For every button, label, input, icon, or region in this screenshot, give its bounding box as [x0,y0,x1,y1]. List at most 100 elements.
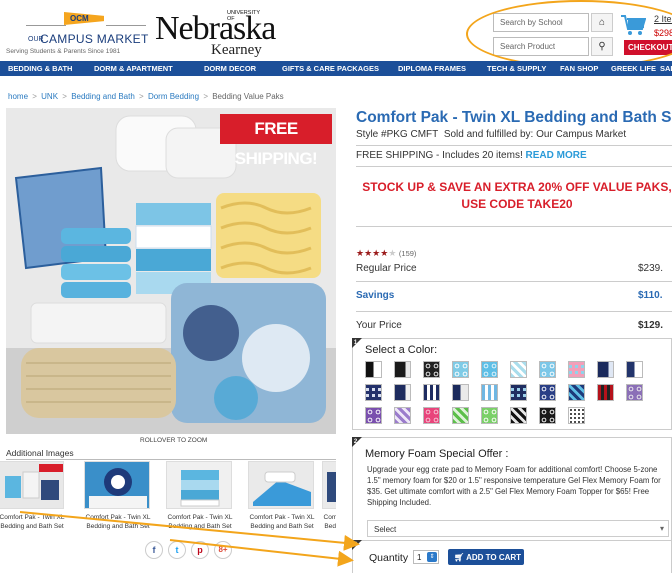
color-swatch[interactable] [423,384,440,401]
color-swatch[interactable] [568,384,585,401]
product-title: Comfort Pak - Twin XL Bedding and Bath S… [356,109,672,126]
thumbnail-photo [167,462,231,508]
color-swatch[interactable] [365,384,382,401]
school-campus: Kearney [211,42,262,58]
color-swatch[interactable] [423,407,440,424]
star-icon: ★ [364,248,373,258]
star-icon: ★ [388,248,397,258]
breadcrumb-separator: > [139,92,144,101]
step-number: 2 [352,437,362,447]
logo-rule-left [26,25,66,26]
memory-foam-description: Upgrade your egg crate pad to Memory Foa… [367,465,661,507]
color-step: 1 Select a Color: [352,338,672,430]
color-swatch[interactable] [481,407,498,424]
color-swatch[interactable] [452,361,469,378]
color-swatch[interactable] [510,407,527,424]
school-logo[interactable]: Nebraska UNIVERSITY OF Kearney [155,6,276,58]
review-count: (159) [398,249,417,258]
thumbnail-photo [0,462,63,508]
step-number: 3 [352,540,362,550]
our-campus-market-logo[interactable]: OCM OUR CAMPUS MARKET Serving Students &… [6,8,156,58]
additional-images-rule [6,459,336,460]
free-shipping-text: FREE SHIPPING - Includes 20 items! [356,150,523,161]
social-share: f t p 8+ [145,541,235,563]
color-swatch[interactable] [539,361,556,378]
color-swatch[interactable] [568,407,585,424]
ocm-pennant: OCM [64,12,104,25]
cart-icon: 🛒︎ [454,553,465,562]
color-swatch[interactable] [481,361,498,378]
pinterest-icon[interactable]: p [191,541,209,559]
color-swatch[interactable] [365,407,382,424]
nav-tech-supply[interactable]: TECH & SUPPLY [487,64,546,73]
color-swatch[interactable] [394,407,411,424]
breadcrumb-home[interactable]: home [8,92,28,101]
site-header: OCM OUR CAMPUS MARKET Serving Students &… [0,0,672,68]
read-more-link[interactable]: READ MORE [526,150,587,161]
regular-price-value: $239. [638,263,664,274]
twitter-icon[interactable]: t [168,541,186,559]
regular-price-label: Regular Price [356,263,417,274]
color-swatch[interactable] [597,361,614,378]
add-to-cart-button[interactable]: 🛒︎ ADD TO CART [448,549,524,565]
style-line: Style #PKG CMFT Sold and fulfilled by: O… [356,129,626,140]
thumbnail-3[interactable]: Comfort Pak - Twin XL Bedding and Bath S… [162,461,238,539]
color-swatch[interactable] [394,361,411,378]
nav-dorm-decor[interactable]: DORM DECOR [204,64,256,73]
nav-bedding-bath[interactable]: BEDDING & BATH [8,64,72,73]
color-swatch[interactable] [626,384,643,401]
color-swatch[interactable] [452,407,469,424]
highlight-ellipse-annotation [466,0,672,68]
facebook-icon[interactable]: f [145,541,163,559]
color-swatch[interactable] [365,361,382,378]
divider [356,281,672,282]
color-swatch[interactable] [597,384,614,401]
free-shipping-line: FREE SHIPPING - Includes 20 items! READ … [356,150,587,161]
nav-fan-shop[interactable]: FAN SHOP [560,64,598,73]
memory-foam-step: 2 Memory Foam Special Offer : Upgrade yo… [352,437,672,542]
your-price-value: $129. [638,320,664,331]
star-icon: ★ [356,248,365,258]
select-value: Select [374,525,397,534]
quantity-stepper[interactable]: 1 ⇕ [413,550,439,564]
color-swatch[interactable] [510,361,527,378]
color-swatch[interactable] [539,407,556,424]
color-swatch[interactable] [510,384,527,401]
color-swatch[interactable] [626,361,643,378]
thumbnail-1[interactable]: Comfort Pak - Twin XL Bedding and Bath S… [0,461,70,539]
breadcrumb-bedding-bath[interactable]: Bedding and Bath [71,92,135,101]
divider [356,311,672,312]
nav-diploma-frames[interactable]: DIPLOMA FRAMES [398,64,466,73]
breadcrumb-separator: > [62,92,67,101]
memory-foam-select[interactable]: Select ▾ [367,520,669,537]
thumbnail-photo [249,462,313,508]
color-swatch[interactable] [539,384,556,401]
chevron-down-icon: ▾ [659,524,664,533]
divider [356,145,672,146]
thumbnail-5[interactable]: Comfort Pak - Twin XL Bedding and Bath S… [318,461,336,539]
color-swatch[interactable] [452,384,469,401]
breadcrumb-dorm-bedding[interactable]: Dorm Bedding [148,92,199,101]
main-nav: BEDDING & BATH DORM & APARTMENT DORM DEC… [0,61,672,76]
nav-greek-life[interactable]: GREEK LIFE [611,64,656,73]
color-swatch[interactable] [394,384,411,401]
breadcrumb-current: Bedding Value Paks [212,92,284,101]
rating-stars[interactable]: ★★★★★ (159) [356,248,416,259]
nav-dorm-apartment[interactable]: DORM & APARTMENT [94,64,173,73]
color-swatch[interactable] [423,361,440,378]
color-swatch[interactable] [568,361,585,378]
google-plus-icon[interactable]: 8+ [214,541,232,559]
additional-images-label: Additional Images [6,448,74,458]
thumbnail-2[interactable]: Comfort Pak - Twin XL Bedding and Bath S… [80,461,156,539]
nav-gifts-care[interactable]: GIFTS & CARE PACKAGES [282,64,379,73]
main-product-image[interactable]: FREE SHIPPING! [6,108,336,434]
spinner-icon[interactable]: ⇕ [427,552,437,562]
thumbnail-image [322,461,336,509]
color-swatch[interactable] [481,384,498,401]
thumbnail-4[interactable]: Comfort Pak - Twin XL Bedding and Bath S… [244,461,320,539]
quantity-label: Quantity [369,552,409,564]
thumbnail-caption: Comfort Pak - Twin XL Bedding and Bath S… [249,514,315,530]
breadcrumb: home > UNK > Bedding and Bath > Dorm Bed… [8,92,284,101]
nav-sale[interactable]: SAL [660,64,672,73]
breadcrumb-unk[interactable]: UNK [41,92,58,101]
